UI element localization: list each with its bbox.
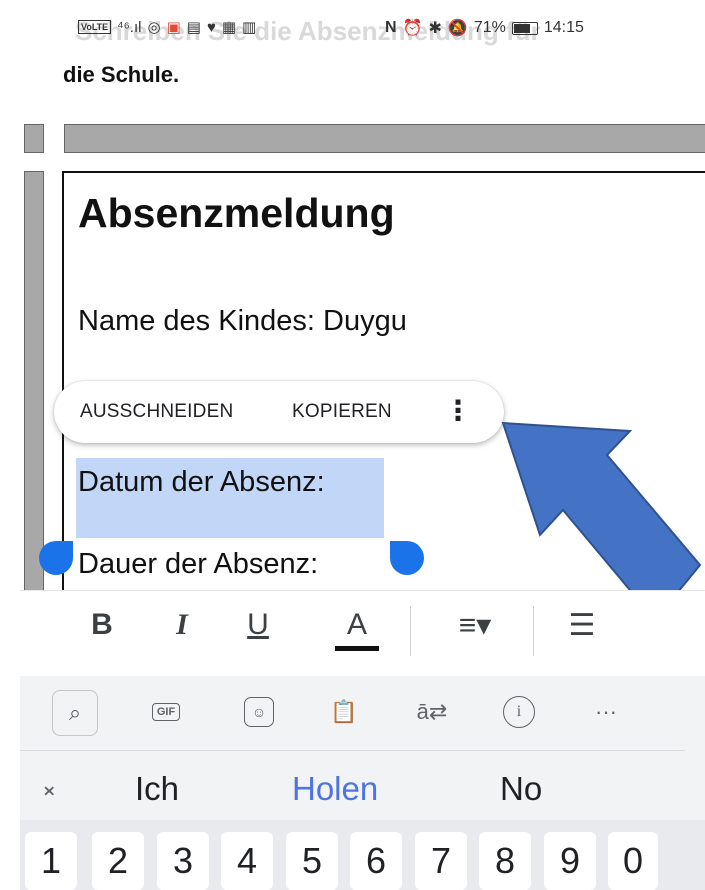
notification-icon: ▤ xyxy=(186,19,201,36)
mute-icon: 🔕 xyxy=(447,20,468,37)
more-options-icon[interactable]: ⋮ xyxy=(444,393,472,429)
key-6[interactable]: 6 xyxy=(350,832,402,890)
key-9[interactable]: 9 xyxy=(544,832,596,890)
hotspot-icon: ◎ xyxy=(147,19,161,36)
document-line-date[interactable]: Datum der Absenz: xyxy=(78,466,325,499)
collapse-suggestions-icon[interactable]: ⌄ ⌃ xyxy=(40,774,58,810)
key-8[interactable]: 8 xyxy=(479,832,531,890)
toolbar-divider xyxy=(410,606,411,656)
key-7[interactable]: 7 xyxy=(415,832,467,890)
gif-label: GIF xyxy=(151,703,181,721)
text-color-button[interactable]: A xyxy=(335,608,379,651)
search-icon[interactable]: ⌕ xyxy=(52,690,98,736)
align-dropdown[interactable]: ≡▾ xyxy=(440,608,510,643)
italic-button[interactable]: I xyxy=(160,608,204,642)
status-left-icons: VoLTE ⁴⁶.ıl ◎ ▣ ▤ ♥ ▦ ▥ xyxy=(78,18,256,36)
selection-start-handle[interactable] xyxy=(39,541,73,575)
keyboard-divider xyxy=(20,750,685,751)
key-2[interactable]: 2 xyxy=(92,832,144,890)
battery-percent: 71% xyxy=(473,19,506,36)
clock: 14:15 xyxy=(543,19,584,36)
sticker-icon[interactable]: ☺ xyxy=(235,688,283,736)
document-line-name[interactable]: Name des Kindes: Duygu xyxy=(78,305,407,338)
ruler-corner xyxy=(24,124,44,153)
key-0[interactable]: 0 xyxy=(608,832,658,890)
info-icon[interactable]: i xyxy=(495,688,543,736)
underline-button[interactable]: U xyxy=(236,608,280,642)
horizontal-ruler xyxy=(64,124,705,153)
translate-icon[interactable]: ā⇄ xyxy=(408,688,456,736)
key-1[interactable]: 1 xyxy=(25,832,77,890)
suggestion-1[interactable]: Ich xyxy=(135,770,179,808)
document-title[interactable]: Absenzmeldung xyxy=(78,190,395,237)
clipboard-icon[interactable]: 📋 xyxy=(320,688,368,736)
app-notification-icon: ▣ xyxy=(166,19,181,36)
suggestion-3[interactable]: No xyxy=(500,770,542,808)
task-instruction: die Schule. xyxy=(63,62,180,87)
bluetooth-icon: ✱ xyxy=(428,20,442,37)
more-icon[interactable]: ··· xyxy=(582,688,630,736)
status-right-icons: N ⏰ ✱ 🔕 71% 14:15 xyxy=(385,18,584,38)
copy-button[interactable]: KOPIEREN xyxy=(292,401,392,423)
document-line-duration[interactable]: Dauer der Absenz: xyxy=(78,548,318,581)
key-5[interactable]: 5 xyxy=(286,832,338,890)
text-selection-menu: AUSSCHNEIDEN KOPIEREN ⋮ xyxy=(54,381,504,443)
selection-end-handle[interactable] xyxy=(390,541,424,575)
suggestion-2[interactable]: Holen xyxy=(292,770,378,808)
volte-icon: VoLTE xyxy=(78,20,112,34)
nfc-icon: N xyxy=(385,19,397,36)
gif-icon[interactable]: GIF xyxy=(142,688,190,736)
message-icon: ▦ xyxy=(221,19,237,36)
calendar-icon: ▥ xyxy=(242,19,257,36)
bold-button[interactable]: B xyxy=(80,608,124,642)
alarm-icon: ⏰ xyxy=(402,20,423,37)
vertical-ruler xyxy=(24,171,44,593)
battery-icon xyxy=(511,21,538,35)
signal-icon: ⁴⁶.ıl xyxy=(117,18,142,36)
list-button[interactable]: ☰ xyxy=(560,608,604,643)
cut-button[interactable]: AUSSCHNEIDEN xyxy=(80,401,233,423)
heart-icon: ♥ xyxy=(206,18,216,36)
toolbar-divider xyxy=(533,606,534,656)
key-4[interactable]: 4 xyxy=(221,832,273,890)
key-3[interactable]: 3 xyxy=(157,832,209,890)
